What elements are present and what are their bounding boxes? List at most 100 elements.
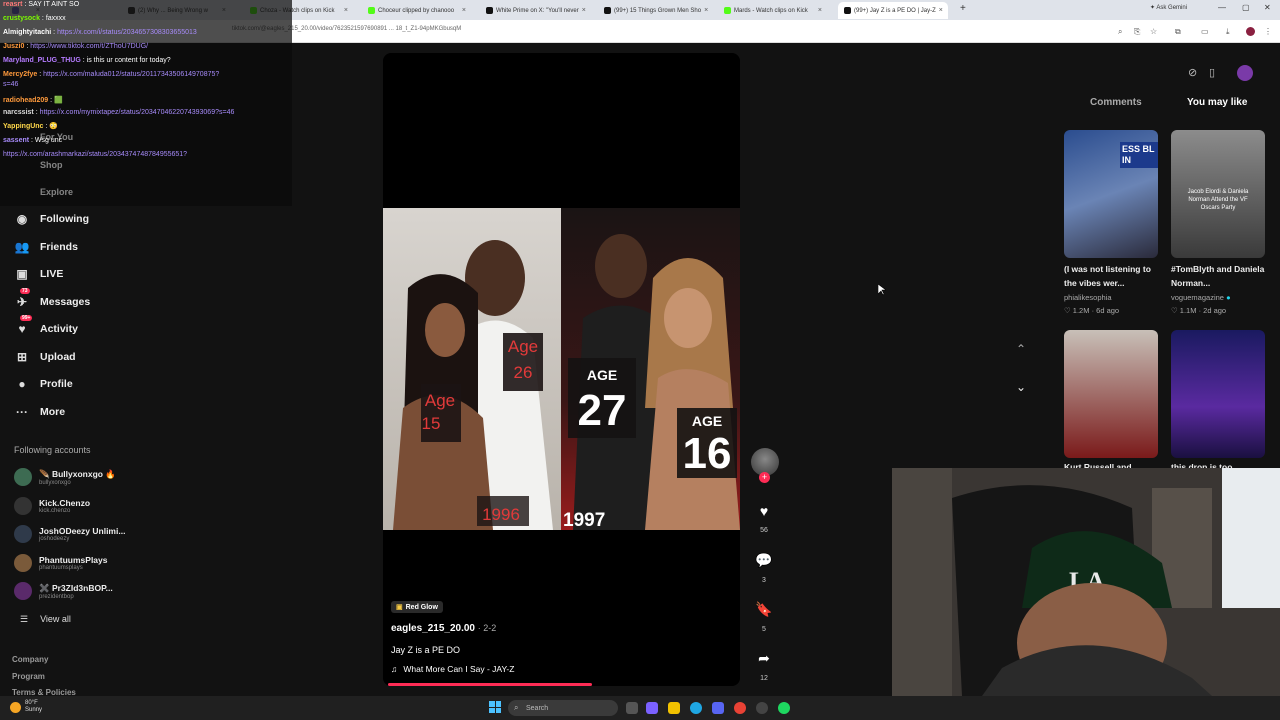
tab-close-icon[interactable]: ×: [818, 7, 822, 14]
tab-close-icon[interactable]: ×: [939, 7, 943, 14]
sidebar-item-messages[interactable]: ✈ 73 Messages: [14, 287, 90, 313]
chat-link[interactable]: https://x.com/i/status/20346573083036550…: [57, 29, 197, 36]
tab-favicon: [368, 7, 375, 14]
discord-icon[interactable]: [712, 702, 724, 714]
chat-username[interactable]: narcssist: [3, 109, 34, 116]
chat-username[interactable]: Juszi0: [3, 43, 24, 50]
close-window-button[interactable]: ✕: [1264, 3, 1271, 12]
chat-link[interactable]: https://x.com/mymixtapez/status/20347046…: [40, 109, 235, 116]
tab-you-may-like[interactable]: You may like: [1187, 97, 1247, 108]
video-author[interactable]: eagles_215_20.00 · 2-2: [391, 623, 496, 634]
obs-icon[interactable]: [756, 702, 768, 714]
minimize-button[interactable]: —: [1218, 3, 1226, 12]
video-progress-bar[interactable]: [388, 683, 593, 686]
following-account[interactable]: JoshODeezy Unlimi... joshodeezy: [14, 521, 125, 547]
sidebar-item-following[interactable]: ◉ Following: [14, 208, 89, 230]
music-note-icon: ♫: [391, 664, 398, 674]
share-icon: ➦: [758, 650, 770, 666]
chat-username[interactable]: Mercy2fye: [3, 71, 37, 78]
footer-company[interactable]: Company: [12, 655, 48, 664]
scroll-down-icon[interactable]: ⌄: [1016, 380, 1026, 394]
tab-comments[interactable]: Comments: [1090, 97, 1142, 108]
browser-tab[interactable]: (99+) Jay Z is a PE DO | Jay-Z ×: [838, 2, 948, 19]
account-text: Kick.Chenzo kick.chenzo: [39, 498, 90, 514]
chrome-icon[interactable]: [734, 702, 746, 714]
following-account[interactable]: ✖️ Pr3ZId3nBOP... prezidentbop: [14, 578, 113, 604]
recommended-thumb-2[interactable]: Jacob Elordi & Daniela Norman Attend the…: [1171, 130, 1265, 258]
music-track[interactable]: ♫ What More Can I Say - JAY-Z: [391, 664, 514, 674]
tab-close-icon[interactable]: ×: [344, 7, 348, 14]
browser-tab[interactable]: (99+) 15 Things Grown Men Sho ×: [598, 2, 708, 19]
rec-2-title[interactable]: #TomBlyth and Daniela Norman...: [1171, 262, 1265, 290]
windows-start-icon[interactable]: [489, 701, 501, 713]
footer-program[interactable]: Program: [12, 672, 45, 681]
chat-link[interactable]: https://x.com/arashmarkazi/status/203437…: [3, 151, 187, 158]
effect-tag[interactable]: ▣ Red Glow: [391, 601, 443, 613]
bookmark-star-icon[interactable]: ☆: [1150, 27, 1157, 36]
following-account[interactable]: 🪶 Bullyxonxgo 🔥 bullyxonxgo: [14, 464, 116, 490]
browser-tab[interactable]: Choceur clipped by chanooo ×: [362, 2, 472, 19]
taskbar-search[interactable]: ⌕ Search: [508, 700, 618, 716]
file-explorer-icon[interactable]: [668, 702, 680, 714]
rec-1-author[interactable]: phialikesophia: [1064, 293, 1112, 302]
rec-1-title[interactable]: (I was not listening to the vibes wer...: [1064, 262, 1158, 290]
tab-close-icon[interactable]: ×: [462, 7, 466, 14]
sidebar-item-live[interactable]: ▣ LIVE: [14, 263, 63, 285]
device-icon[interactable]: ▯: [1209, 66, 1215, 79]
maximize-button[interactable]: ▢: [1242, 3, 1250, 12]
new-tab-button[interactable]: +: [960, 3, 966, 14]
spotify-icon[interactable]: [778, 702, 790, 714]
following-account[interactable]: Kick.Chenzo kick.chenzo: [14, 493, 90, 519]
label-age27-word: AGE: [587, 367, 617, 383]
cast-icon[interactable]: ⎘: [1134, 27, 1140, 37]
coins-icon[interactable]: ⊘: [1188, 66, 1197, 79]
save-button[interactable]: 🔖 5: [752, 601, 776, 633]
chat-username[interactable]: sassent: [3, 137, 29, 144]
chat-username[interactable]: reasrt: [3, 1, 22, 8]
rec-2-author[interactable]: voguemagazine ●: [1171, 293, 1231, 302]
author-name: eagles_215_20.00: [391, 623, 475, 634]
extensions-icon[interactable]: ⧉: [1175, 27, 1181, 37]
browser-tab[interactable]: Mards - Watch clips on Kick ×: [718, 2, 828, 19]
sidebar-item-friends[interactable]: 👥 Friends: [14, 236, 78, 258]
tab-close-icon[interactable]: ×: [582, 7, 586, 14]
zoom-icon[interactable]: ⌕: [1118, 27, 1122, 37]
like-button[interactable]: ♥ 56: [752, 503, 776, 534]
browser-tab[interactable]: White Prime on X: "You'll never ×: [480, 2, 590, 19]
user-avatar[interactable]: [1237, 65, 1253, 81]
view-all-button[interactable]: ☰ View all: [20, 614, 71, 625]
sidepanel-icon[interactable]: ▭: [1201, 27, 1209, 36]
sidebar-item-profile[interactable]: ● Profile: [14, 373, 72, 395]
chat-username[interactable]: Almightyitachi: [3, 29, 51, 36]
weather-widget[interactable]: 80°F Sunny: [10, 700, 42, 714]
following-account[interactable]: PhantuumsPlays phantuumsplays: [14, 550, 108, 576]
chat-username[interactable]: Maryland_PLUG_THUG: [3, 57, 81, 64]
share-button[interactable]: ➦ 12: [752, 650, 776, 682]
recommended-thumb-1[interactable]: ESS BL IN: [1064, 130, 1158, 258]
save-count: 5: [762, 626, 766, 633]
download-icon[interactable]: ⤓: [1226, 27, 1230, 37]
chat-link[interactable]: s=46: [3, 81, 18, 88]
comment-button[interactable]: 💬 3: [752, 552, 776, 584]
chat-username[interactable]: crustysock: [3, 15, 40, 22]
chat-username[interactable]: radiohead209: [3, 97, 48, 104]
chat-username[interactable]: YappingUnc: [3, 123, 43, 130]
tab-close-icon[interactable]: ×: [704, 7, 708, 14]
ask-gemini-button[interactable]: ✦ Ask Gemini: [1150, 4, 1187, 11]
task-view-icon[interactable]: [626, 702, 638, 714]
menu-dots-icon[interactable]: ⋮: [1264, 27, 1272, 36]
chat-link[interactable]: https://www.tiktok.com/t/ZThoU7DUG/: [30, 43, 148, 50]
follow-plus-icon[interactable]: +: [759, 472, 770, 483]
sidebar-item-upload[interactable]: ⊞ Upload: [14, 346, 76, 368]
scroll-up-icon[interactable]: ⌃: [1016, 342, 1026, 356]
recommended-thumb-4[interactable]: [1171, 330, 1265, 458]
chat-link[interactable]: https://x.com/maluda012/status/201173435…: [43, 71, 219, 78]
edge-icon[interactable]: [690, 702, 702, 714]
sidebar-item-more[interactable]: ··· More: [14, 401, 65, 423]
music-title: What More Can I Say - JAY-Z: [403, 664, 515, 674]
video-player[interactable]: Age 26 Age 15 1996 AGE 27 AGE 16 1997: [383, 53, 740, 686]
sidebar-item-activity[interactable]: ♥ 99+ Activity: [14, 315, 78, 340]
profile-avatar[interactable]: [1246, 27, 1255, 36]
copilot-icon[interactable]: [646, 702, 658, 714]
recommended-thumb-3[interactable]: [1064, 330, 1158, 458]
